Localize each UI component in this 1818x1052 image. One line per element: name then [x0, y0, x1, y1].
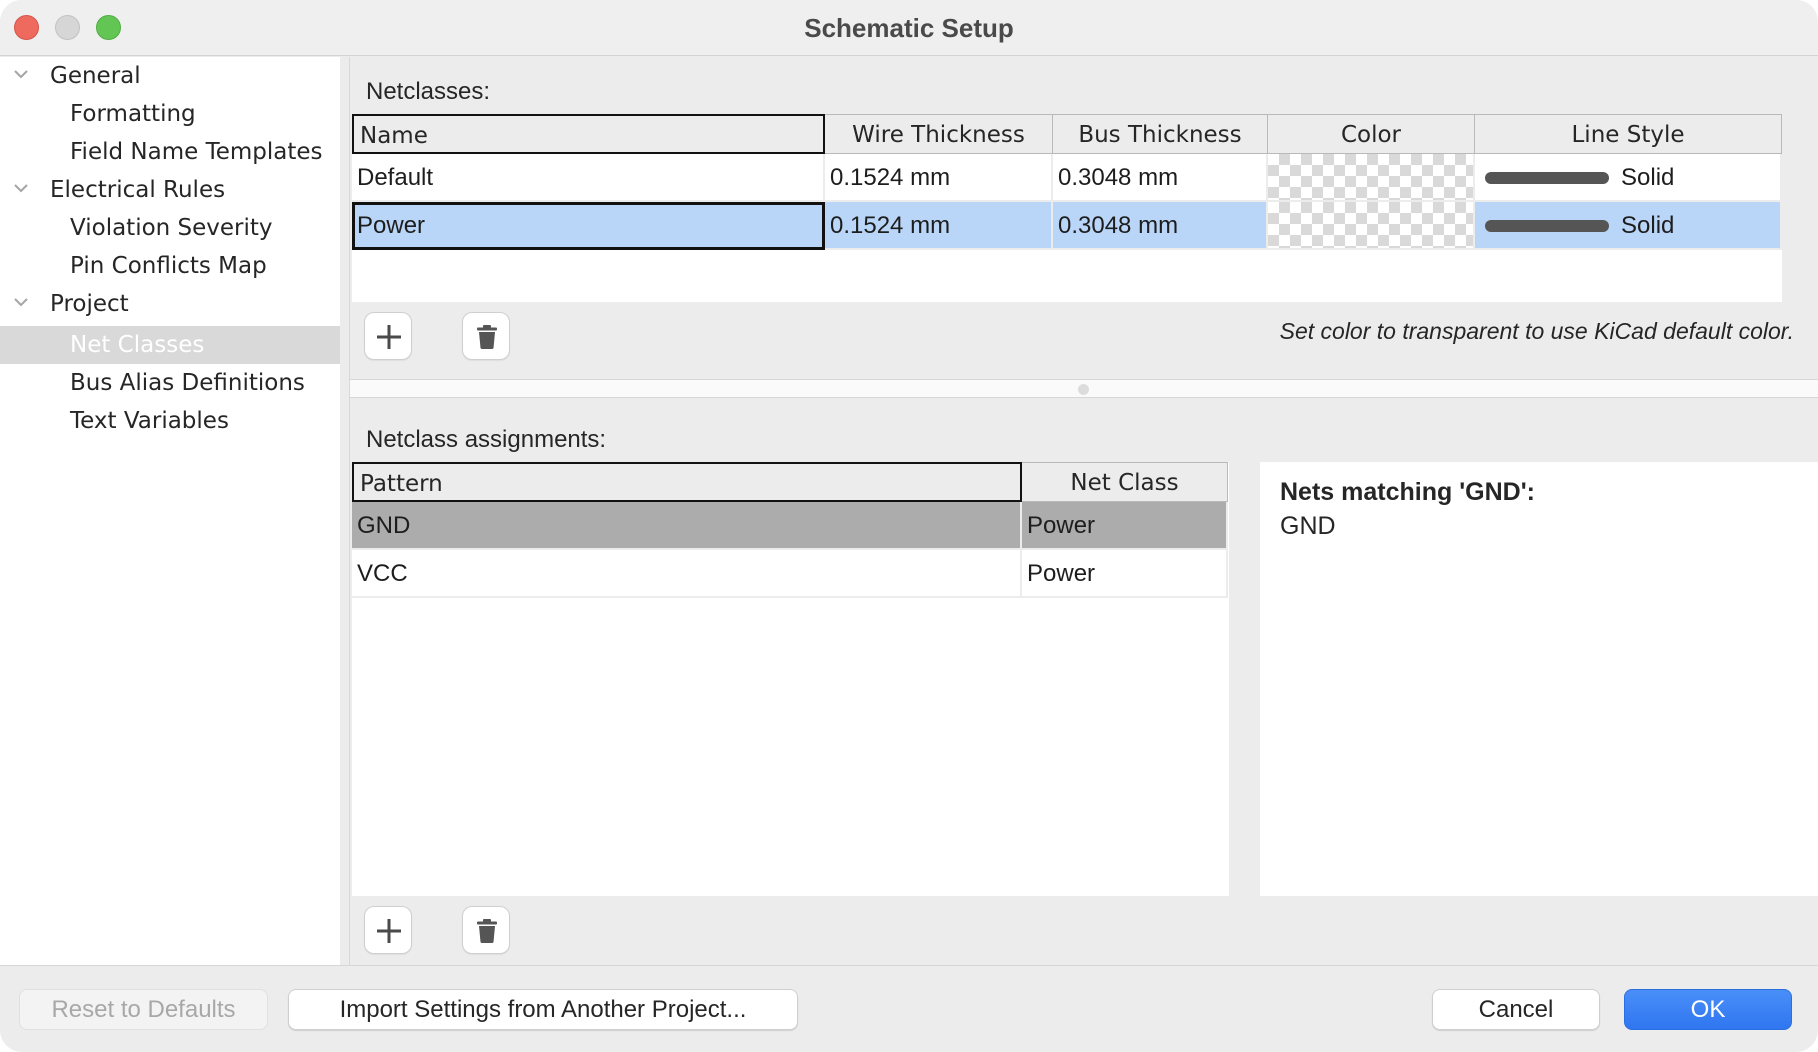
- tree-item-label: Violation Severity: [70, 215, 273, 241]
- wire-thickness-cell[interactable]: 0.1524 mm: [825, 154, 1053, 202]
- column-header-wire-thickness[interactable]: Wire Thickness: [825, 114, 1053, 154]
- window-title: Schematic Setup: [804, 13, 1014, 43]
- section-splitter[interactable]: [350, 379, 1818, 398]
- tree-item-label: Pin Conflicts Map: [70, 253, 267, 279]
- line-style-cell[interactable]: Solid: [1475, 202, 1782, 250]
- pattern-cell[interactable]: GND: [352, 502, 1022, 550]
- plus-icon: [377, 325, 401, 349]
- column-header-net-class[interactable]: Net Class: [1022, 462, 1228, 502]
- tree-item-label: Project: [50, 291, 129, 317]
- footer-divider: [0, 965, 1818, 966]
- import-settings-button[interactable]: Import Settings from Another Project...: [288, 989, 798, 1030]
- tree-item-violation-severity[interactable]: Violation Severity: [0, 209, 340, 247]
- tree-item-label: Field Name Templates: [70, 139, 323, 165]
- title-bar: Schematic Setup: [0, 0, 1818, 56]
- net-class-cell[interactable]: Power: [1022, 550, 1228, 598]
- bus-thickness-cell[interactable]: 0.3048 mm: [1053, 154, 1268, 202]
- cancel-button[interactable]: Cancel: [1432, 989, 1600, 1030]
- tree-item-field-name-templates[interactable]: Field Name Templates: [0, 133, 340, 171]
- solid-line-icon: [1485, 220, 1609, 232]
- add-netclass-button[interactable]: [364, 312, 412, 360]
- tree-item-bus-alias-definitions[interactable]: Bus Alias Definitions: [0, 364, 340, 402]
- plus-icon: [377, 919, 401, 943]
- netclasses-grid: Name Wire Thickness Bus Thickness Color …: [352, 114, 1782, 302]
- tree-item-pin-conflicts-map[interactable]: Pin Conflicts Map: [0, 247, 340, 285]
- tree-item-label: Electrical Rules: [50, 177, 226, 203]
- chevron-down-icon[interactable]: [14, 70, 28, 79]
- column-header-bus-thickness[interactable]: Bus Thickness: [1053, 114, 1268, 154]
- trash-icon: [477, 325, 497, 349]
- bus-thickness-cell[interactable]: 0.3048 mm: [1053, 202, 1268, 250]
- netclass-name-cell[interactable]: Default: [352, 154, 825, 202]
- assignments-grid: Pattern Net Class GND Power VCC Power: [352, 462, 1229, 896]
- column-header-color[interactable]: Color: [1268, 114, 1475, 154]
- tree-item-label: Bus Alias Definitions: [70, 370, 305, 396]
- tree-item-label: Text Variables: [70, 408, 229, 434]
- netclass-name-cell[interactable]: Power: [352, 202, 825, 250]
- color-swatch-cell[interactable]: [1268, 202, 1475, 250]
- delete-assignment-button[interactable]: [462, 906, 510, 954]
- matching-net-item: GND: [1280, 512, 1336, 540]
- settings-tree: General Formatting Field Name Templates …: [0, 57, 340, 965]
- matching-nets-title: Nets matching 'GND':: [1280, 478, 1535, 506]
- line-style-cell[interactable]: Solid: [1475, 154, 1782, 202]
- tree-item-text-variables[interactable]: Text Variables: [0, 402, 340, 440]
- net-class-cell[interactable]: Power: [1022, 502, 1228, 550]
- tree-item-project[interactable]: Project: [0, 285, 340, 323]
- chevron-down-icon[interactable]: [14, 298, 28, 307]
- netclasses-label: Netclasses:: [366, 78, 491, 105]
- sidebar-divider: [349, 57, 350, 965]
- wire-thickness-cell[interactable]: 0.1524 mm: [825, 202, 1053, 250]
- reset-to-defaults-button[interactable]: Reset to Defaults: [19, 989, 268, 1030]
- assignments-label: Netclass assignments:: [366, 426, 607, 453]
- solid-line-icon: [1485, 172, 1609, 184]
- column-header-line-style[interactable]: Line Style: [1475, 114, 1782, 154]
- tree-item-formatting[interactable]: Formatting: [0, 95, 340, 133]
- column-header-pattern[interactable]: Pattern: [352, 462, 1022, 502]
- column-header-name[interactable]: Name: [352, 114, 825, 154]
- add-assignment-button[interactable]: [364, 906, 412, 954]
- tree-item-label: Formatting: [70, 101, 196, 127]
- color-swatch-cell[interactable]: [1268, 154, 1475, 202]
- tree-item-net-classes[interactable]: Net Classes: [0, 326, 340, 364]
- tree-item-general[interactable]: General: [0, 57, 340, 95]
- tree-item-label: Net Classes: [70, 332, 205, 358]
- trash-icon: [477, 919, 497, 943]
- delete-netclass-button[interactable]: [462, 312, 510, 360]
- tree-item-electrical-rules[interactable]: Electrical Rules: [0, 171, 340, 209]
- color-hint-text: Set color to transparent to use KiCad de…: [1279, 318, 1794, 344]
- matching-nets-panel: Nets matching 'GND': GND: [1260, 462, 1818, 896]
- ok-button[interactable]: OK: [1624, 989, 1792, 1030]
- tree-item-label: General: [50, 63, 141, 89]
- line-style-label: Solid: [1621, 212, 1675, 239]
- chevron-down-icon[interactable]: [14, 184, 28, 193]
- splitter-handle-icon[interactable]: [1078, 384, 1089, 395]
- pattern-cell[interactable]: VCC: [352, 550, 1022, 598]
- schematic-setup-dialog: Schematic Setup General Formatting Field…: [0, 0, 1818, 1052]
- line-style-label: Solid: [1621, 164, 1675, 191]
